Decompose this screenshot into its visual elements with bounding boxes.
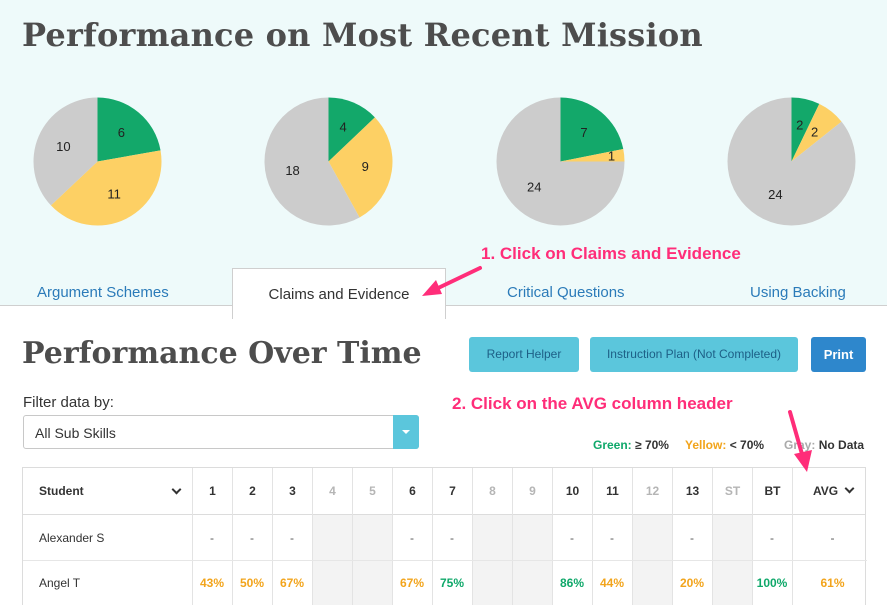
legend-yellow: Yellow: < 70% (685, 438, 765, 452)
avg-column-header[interactable]: AVG (792, 468, 873, 515)
row-divider (23, 560, 867, 561)
column-header-label: 10 (565, 484, 580, 498)
column-header[interactable]: 8 (472, 468, 512, 515)
pie-value-label-green: 4 (340, 119, 347, 134)
pie-value-label-yellow: 11 (107, 187, 121, 202)
column-header[interactable]: 9 (512, 468, 552, 515)
column-header[interactable]: 4 (312, 468, 352, 515)
column-header[interactable]: 7 (432, 468, 472, 515)
column-header-label: ST (724, 484, 741, 498)
pie-value-label-yellow: 1 (608, 148, 615, 163)
column-header[interactable]: 13 (672, 468, 712, 515)
score-cell: - (290, 531, 294, 545)
column-header-label: Student (39, 484, 84, 498)
pie-value-label-yellow: 2 (811, 124, 818, 139)
column-header-label: 5 (369, 484, 376, 498)
filter-label: Filter data by: (23, 394, 114, 411)
score-cell: 20% (679, 576, 705, 590)
legend-green: Green: ≥ 70% (593, 438, 669, 452)
score-cell: - (410, 531, 414, 545)
column-header-label: 12 (645, 484, 660, 498)
tab-argument-schemes[interactable]: Argument Schemes (37, 268, 169, 306)
callout-step-1: 1. Click on Claims and Evidence (481, 244, 741, 263)
sub-skill-filter-select[interactable]: All Sub Skills (23, 415, 419, 449)
pie-value-label-gray: 24 (527, 180, 541, 195)
student-column-header[interactable]: Student (23, 468, 192, 515)
score-cell: - (610, 531, 614, 545)
pie-chart-argument-schemes: 6 11 10 (33, 97, 162, 226)
score-cell: - (570, 531, 574, 545)
column-header-label: 3 (289, 484, 296, 498)
column-header[interactable]: 2 (232, 468, 272, 515)
chevron-down-icon[interactable] (171, 484, 182, 495)
pie-value-label-green: 7 (580, 125, 587, 140)
column-header-label: 9 (529, 484, 536, 498)
performance-over-time-title: Performance Over Time (22, 336, 422, 371)
column-header[interactable]: ST (712, 468, 752, 515)
column-header-label: 4 (329, 484, 336, 498)
column-header[interactable]: 3 (272, 468, 312, 515)
column-header-label: 6 (409, 484, 416, 498)
score-cell: 86% (559, 576, 585, 590)
score-cell: - (770, 531, 774, 545)
tab-claims-and-evidence[interactable]: Claims and Evidence (232, 268, 446, 319)
pie-value-label-green: 6 (118, 125, 125, 140)
column-header-label: 8 (489, 484, 496, 498)
score-cell: 44% (599, 576, 625, 590)
pie-value-label-yellow: 9 (362, 159, 369, 174)
column-header-label: 7 (449, 484, 456, 498)
callout-step-2: 2. Click on the AVG column header (452, 394, 733, 413)
score-cell: - (210, 531, 214, 545)
column-header[interactable]: BT (752, 468, 792, 515)
column-header-label: AVG (812, 484, 839, 498)
column-header-label: 2 (249, 484, 256, 498)
column-header-label: 11 (606, 484, 619, 498)
callout-arrow-1 (422, 266, 482, 296)
pie-chart-critical-questions: 7 1 24 (496, 97, 625, 226)
column-header[interactable]: 1 (192, 468, 232, 515)
tab-critical-questions[interactable]: Critical Questions (507, 268, 625, 306)
pie-value-label-gray: 18 (285, 163, 299, 178)
tab-using-backing[interactable]: Using Backing (750, 268, 846, 306)
column-header[interactable]: 12 (632, 468, 672, 515)
column-header[interactable]: 11 (592, 468, 632, 515)
callout-arrow-2 (788, 410, 812, 472)
instruction-plan-button[interactable]: Instruction Plan (Not Completed) (590, 337, 798, 372)
score-cell: 67% (399, 576, 425, 590)
score-cell: - (690, 531, 694, 545)
column-header-label: 1 (209, 484, 216, 498)
chevron-down-icon[interactable] (393, 415, 419, 449)
score-cell: 43% (199, 576, 225, 590)
score-cell: 67% (279, 576, 305, 590)
student-name[interactable]: Angel T (39, 576, 80, 590)
recent-mission-title: Performance on Most Recent Mission (22, 16, 703, 54)
report-helper-button[interactable]: Report Helper (469, 337, 579, 372)
score-cell: - (830, 531, 835, 545)
score-cell: 61% (820, 576, 845, 590)
score-cell: 100% (756, 576, 788, 590)
column-header-label: 13 (685, 484, 700, 498)
filter-selected-value: All Sub Skills (35, 425, 116, 441)
pie-value-label-gray: 24 (768, 187, 782, 202)
chevron-down-icon[interactable] (844, 483, 855, 494)
print-button[interactable]: Print (811, 337, 866, 372)
pie-chart-using-backing: 2 2 24 (727, 97, 856, 226)
pie-value-label-gray: 10 (56, 139, 70, 154)
pie-slice-green (97, 97, 161, 162)
score-cell: 50% (239, 576, 265, 590)
column-header-label: BT (764, 484, 781, 498)
recent-mission-panel: Performance on Most Recent Mission 6 11 10… (0, 0, 887, 306)
score-cell: - (250, 531, 254, 545)
column-header[interactable]: 10 (552, 468, 592, 515)
column-header[interactable]: 5 (352, 468, 392, 515)
column-header[interactable]: 6 (392, 468, 432, 515)
student-name[interactable]: Alexander S (39, 531, 104, 545)
score-cell: 75% (439, 576, 465, 590)
performance-table: Student 1 2 3 4 5 6 7 8 9 10 11 12 13 ST BT AVG Alexander… (22, 467, 867, 605)
pie-chart-claims-evidence: 4 9 18 (264, 97, 393, 226)
pie-value-label-green: 2 (796, 117, 803, 132)
score-cell: - (450, 531, 454, 545)
